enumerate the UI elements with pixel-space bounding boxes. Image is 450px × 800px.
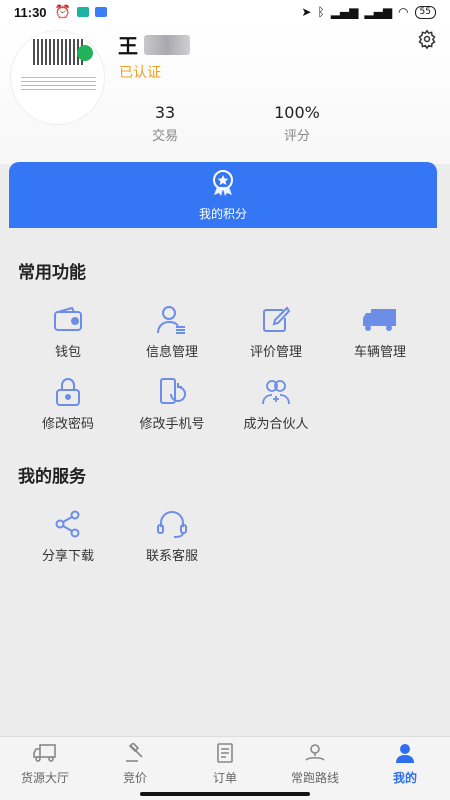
share-icon <box>16 507 120 541</box>
stat-trades[interactable]: 33 交易 <box>130 103 200 144</box>
my-points-label: 我的积分 <box>198 206 247 221</box>
signal-icon: ▂▄▆ <box>330 5 359 19</box>
my-points-card[interactable]: 我的积分 <box>9 162 437 228</box>
nav-cargo-hall[interactable]: 货源大厅 <box>0 737 90 800</box>
user-info-icon <box>120 303 224 337</box>
user-name: 王 <box>118 34 138 58</box>
name-redaction <box>144 34 190 55</box>
contact-service-item[interactable]: 联系客服 <box>120 507 224 564</box>
partner-icon <box>224 375 328 409</box>
medal-icon <box>209 169 237 201</box>
change-password-item[interactable]: 修改密码 <box>16 375 120 432</box>
gavel-icon <box>90 741 180 767</box>
settings-gear-icon[interactable] <box>416 28 438 50</box>
battery-icon: 55 <box>414 5 436 19</box>
bluetooth-icon: ᛒ <box>317 5 325 19</box>
become-partner-item[interactable]: 成为合伙人 <box>224 375 328 432</box>
headset-icon <box>120 507 224 541</box>
home-indicator[interactable] <box>140 792 310 796</box>
signal-icon-2: ▂▄▆ <box>364 5 393 19</box>
wallet-item[interactable]: 钱包 <box>16 303 120 360</box>
document-icon <box>180 743 270 767</box>
route-icon <box>270 743 360 767</box>
status-time: 11:30 <box>14 4 47 20</box>
verified-badge: 已认证 <box>119 65 161 81</box>
alarm-icon: ⏰ <box>54 4 71 20</box>
profile-header: 王 已认证 33 交易 100% 评分 <box>0 24 450 164</box>
nav-bidding[interactable]: 竞价 <box>90 737 180 800</box>
avatar[interactable] <box>10 30 105 125</box>
nav-orders[interactable]: 订单 <box>180 737 270 800</box>
change-phone-item[interactable]: 修改手机号 <box>120 375 224 432</box>
my-services-title: 我的服务 <box>18 467 86 487</box>
stat-rating[interactable]: 100% 评分 <box>262 103 332 144</box>
app-notification-icon <box>76 7 89 17</box>
lock-icon <box>16 375 120 409</box>
phone-refresh-icon <box>120 375 224 409</box>
common-functions-title: 常用功能 <box>18 263 86 283</box>
vehicle-management-item[interactable]: 车辆管理 <box>328 303 432 360</box>
edit-icon <box>224 303 328 337</box>
info-management-item[interactable]: 信息管理 <box>120 303 224 360</box>
nav-routes[interactable]: 常跑路线 <box>270 737 360 800</box>
share-download-item[interactable]: 分享下载 <box>16 507 120 564</box>
wallet-icon <box>16 303 120 337</box>
review-management-item[interactable]: 评价管理 <box>224 303 328 360</box>
truck-icon <box>328 303 432 337</box>
bottom-navigation: 货源大厅 竞价 订单 常跑路线 我的 <box>0 736 450 800</box>
status-bar: 11:30 ⏰ ➤ ᛒ ▂▄▆ ▂▄▆ ◠ 55 <box>0 0 450 24</box>
person-icon <box>360 743 450 767</box>
nav-mine[interactable]: 我的 <box>360 737 450 800</box>
truck-outline-icon <box>0 743 90 767</box>
location-icon: ➤ <box>301 5 312 19</box>
stats-row: 33 交易 100% 评分 <box>130 103 332 144</box>
wifi-icon: ◠ <box>398 5 409 19</box>
app-notification-icon-2 <box>94 7 107 17</box>
